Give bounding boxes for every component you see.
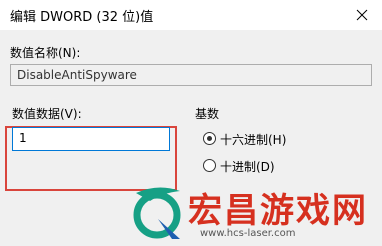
watermark: 宏昌游戏网 www.hcs-laser.com xyxy=(128,183,378,243)
radio-dec-button[interactable] xyxy=(203,159,216,172)
value-data-input[interactable]: 1 xyxy=(12,127,170,151)
watermark-text: 宏昌游戏网 xyxy=(188,191,368,231)
base-group-label: 基数 xyxy=(195,107,220,121)
window-title: 编辑 DWORD (32 位)值 xyxy=(10,10,154,25)
title-bar: 编辑 DWORD (32 位)值 xyxy=(0,0,382,30)
close-icon xyxy=(356,9,368,21)
value-name-label: 数值名称(N): xyxy=(10,46,81,60)
radio-hex-label[interactable]: 十六进制(H) xyxy=(220,131,286,148)
radio-hex-button[interactable] xyxy=(203,132,216,145)
watermark-url: www.hcs-laser.com xyxy=(200,228,296,239)
radio-selected-dot xyxy=(207,136,212,141)
value-data-label: 数值数据(V): xyxy=(12,107,82,121)
watermark-logo xyxy=(133,187,181,239)
value-name-field[interactable]: DisableAntiSpyware xyxy=(10,64,372,86)
radio-dec-label[interactable]: 十进制(D) xyxy=(220,158,275,175)
close-button[interactable] xyxy=(342,0,382,30)
